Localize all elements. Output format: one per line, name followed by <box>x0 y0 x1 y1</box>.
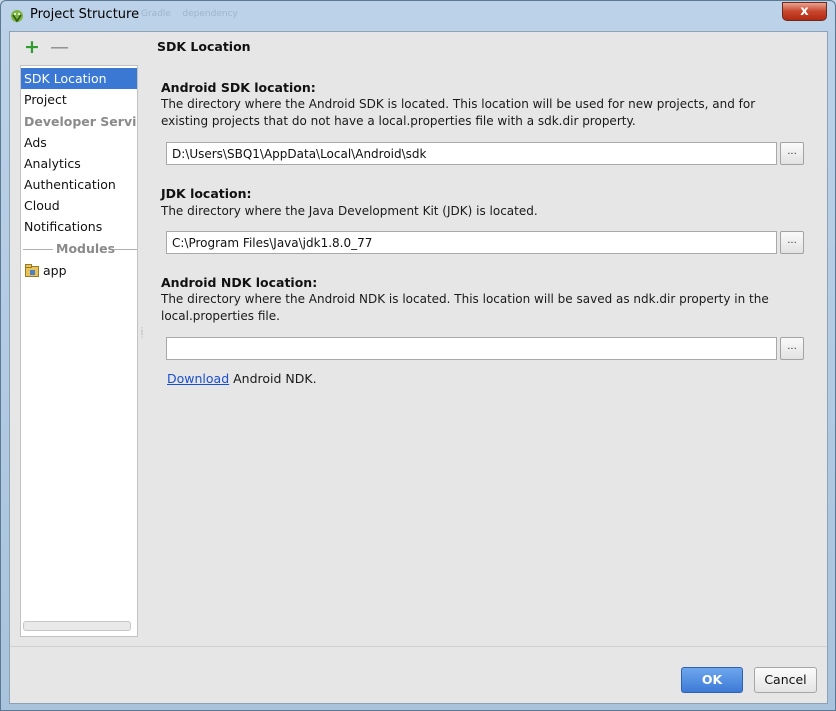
dialog-content: + — SDK Location Project Developer Servi… <box>9 31 828 704</box>
sdk-browse-button[interactable]: ... <box>780 142 804 165</box>
ok-button[interactable]: OK <box>681 667 743 693</box>
sidebar-item-analytics[interactable]: Analytics <box>21 153 137 174</box>
sdk-location-field[interactable] <box>166 142 777 165</box>
project-structure-window: Project Structure Gradle dependency x + … <box>0 0 836 711</box>
download-ndk-link[interactable]: Download <box>167 371 229 386</box>
sidebar-item-authentication[interactable]: Authentication <box>21 174 137 195</box>
ndk-location-label: Android NDK location: <box>161 275 318 290</box>
splitter-handle[interactable]: ⋮ ⋮ <box>138 327 146 343</box>
sidebar-item-module-app[interactable]: app <box>21 260 137 281</box>
jdk-browse-button[interactable]: ... <box>780 231 804 254</box>
ndk-location-field[interactable] <box>166 337 777 360</box>
android-studio-icon <box>11 10 23 23</box>
jdk-location-description: The directory where the Java Development… <box>161 204 538 218</box>
window-title: Project Structure <box>30 7 140 22</box>
download-ndk-suffix: Android NDK. <box>229 371 317 386</box>
title-bar[interactable]: Project Structure Gradle dependency x <box>1 1 835 29</box>
sdk-location-label: Android SDK location: <box>161 80 316 95</box>
minus-icon[interactable]: — <box>50 38 69 57</box>
background-tabs: Gradle dependency <box>141 9 238 19</box>
ndk-browse-button[interactable]: ... <box>780 337 804 360</box>
page-title: SDK Location <box>157 39 251 54</box>
close-icon: x <box>800 4 809 19</box>
footer-divider <box>10 646 827 647</box>
sidebar-item-project[interactable]: Project <box>21 89 137 110</box>
developer-services-header: Developer Services <box>24 114 137 129</box>
modules-separator: Modules <box>23 239 137 259</box>
cancel-button[interactable]: Cancel <box>754 667 817 693</box>
module-app-label: app <box>43 263 67 278</box>
sidebar-item-ads[interactable]: Ads <box>21 132 137 153</box>
ndk-download-row: Download Android NDK. <box>167 371 317 386</box>
jdk-location-field[interactable] <box>166 231 777 254</box>
modules-header: Modules <box>56 241 116 256</box>
sidebar: SDK Location Project Developer Services … <box>20 65 138 637</box>
sidebar-item-notifications[interactable]: Notifications <box>21 216 137 237</box>
plus-icon[interactable]: + <box>24 38 40 57</box>
module-folder-icon <box>25 264 39 277</box>
jdk-location-label: JDK location: <box>161 186 252 201</box>
close-button[interactable]: x <box>782 2 827 21</box>
ndk-location-description: The directory where the Android NDK is l… <box>161 292 769 323</box>
sidebar-item-sdk-location[interactable]: SDK Location <box>21 68 137 89</box>
sdk-location-description: The directory where the Android SDK is l… <box>161 97 756 128</box>
sidebar-horizontal-scrollbar[interactable] <box>23 621 131 631</box>
sidebar-item-cloud[interactable]: Cloud <box>21 195 137 216</box>
